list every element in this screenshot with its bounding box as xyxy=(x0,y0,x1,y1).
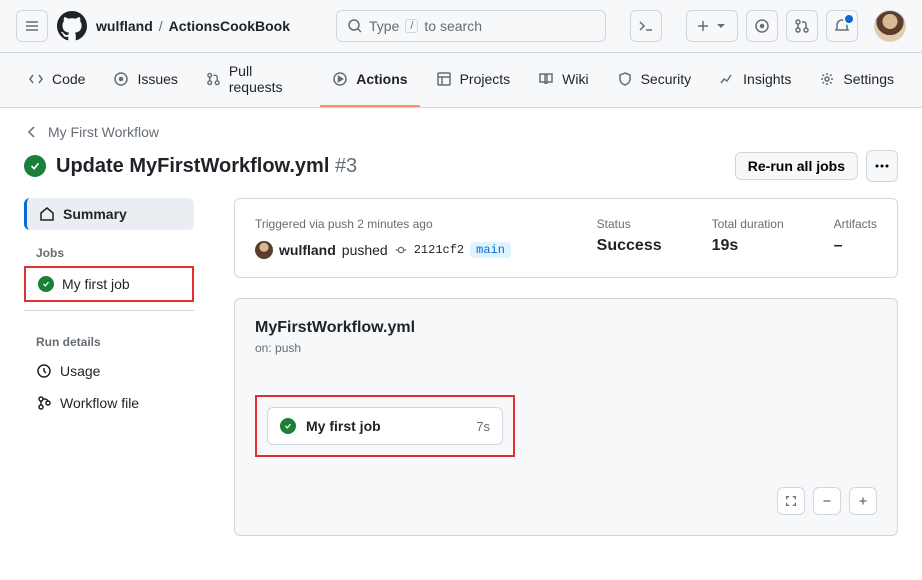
search-placeholder-after: to search xyxy=(424,18,482,34)
hamburger-menu-button[interactable] xyxy=(16,10,48,42)
back-to-workflow-link[interactable]: My First Workflow xyxy=(24,124,898,140)
search-placeholder-before: Type xyxy=(369,18,399,34)
run-title-row: Update MyFirstWorkflow.yml #3 Re-run all… xyxy=(24,150,898,182)
tab-security[interactable]: Security xyxy=(605,53,704,107)
tab-pull-requests[interactable]: Pull requests xyxy=(194,53,316,107)
sidebar-usage[interactable]: Usage xyxy=(24,355,194,387)
repo-name-link[interactable]: ActionsCookBook xyxy=(169,18,290,34)
tab-issues[interactable]: Issues xyxy=(101,53,189,107)
job-box-duration: 7s xyxy=(476,419,490,434)
workflow-graph-card: MyFirstWorkflow.yml on: push My first jo… xyxy=(234,298,898,536)
top-header: wulfland / ActionsCookBook Type / to sea… xyxy=(0,0,922,53)
tab-wiki[interactable]: Wiki xyxy=(526,53,600,107)
sidebar-job-my-first-job[interactable]: My first job xyxy=(24,266,194,302)
user-avatar[interactable] xyxy=(874,10,906,42)
pull-requests-icon[interactable] xyxy=(786,10,818,42)
run-number: #3 xyxy=(335,155,357,177)
sidebar-summary[interactable]: Summary xyxy=(27,198,194,230)
job-success-icon xyxy=(38,276,54,292)
zoom-in-button[interactable] xyxy=(849,487,877,515)
job-box-success-icon xyxy=(280,418,296,434)
success-check-icon xyxy=(24,155,46,177)
job-box-my-first-job[interactable]: My first job 7s xyxy=(267,407,503,445)
main-panel: Triggered via push 2 minutes ago wulflan… xyxy=(234,198,898,556)
sidebar-jobs-header: Jobs xyxy=(24,230,194,266)
status-value: Success xyxy=(597,237,662,255)
commit-icon xyxy=(394,243,408,257)
search-input[interactable]: Type / to search xyxy=(336,10,606,42)
workflow-file-name: MyFirstWorkflow.yml xyxy=(255,319,877,337)
tab-insights[interactable]: Insights xyxy=(707,53,803,107)
duration-value: 19s xyxy=(712,237,784,255)
rerun-all-jobs-button[interactable]: Re-run all jobs xyxy=(735,152,858,180)
run-summary-card: Triggered via push 2 minutes ago wulflan… xyxy=(234,198,898,278)
breadcrumb-separator: / xyxy=(159,18,163,34)
branch-badge[interactable]: main xyxy=(470,242,511,258)
sidebar-run-details-header: Run details xyxy=(24,319,194,355)
repo-tabs: Code Issues Pull requests Actions Projec… xyxy=(0,53,922,108)
commit-sha[interactable]: 2121cf2 xyxy=(414,243,464,257)
tab-actions[interactable]: Actions xyxy=(320,53,419,107)
notifications-button[interactable] xyxy=(826,10,858,42)
job-highlight-wrap: My first job 7s xyxy=(255,395,515,457)
trigger-action: pushed xyxy=(342,242,388,258)
command-palette-button[interactable] xyxy=(630,10,662,42)
create-new-button[interactable] xyxy=(686,10,738,42)
triggered-label: Triggered via push 2 minutes ago xyxy=(255,217,547,231)
sidebar: Summary Jobs My first job Run details Us… xyxy=(24,198,194,419)
search-slash-kbd: / xyxy=(405,19,418,33)
tab-projects[interactable]: Projects xyxy=(424,53,523,107)
fullscreen-button[interactable] xyxy=(777,487,805,515)
artifacts-value: – xyxy=(834,237,877,255)
actor-avatar[interactable] xyxy=(255,241,273,259)
workflow-trigger-info: on: push xyxy=(255,341,877,355)
duration-label: Total duration xyxy=(712,217,784,231)
github-logo-icon[interactable] xyxy=(56,10,88,42)
more-actions-button[interactable] xyxy=(866,150,898,182)
artifacts-label: Artifacts xyxy=(834,217,877,231)
tab-code[interactable]: Code xyxy=(16,53,97,107)
tab-settings[interactable]: Settings xyxy=(807,53,906,107)
actor-name[interactable]: wulfland xyxy=(279,242,336,258)
page-title: Update MyFirstWorkflow.yml #3 xyxy=(56,155,357,178)
sidebar-workflow-file[interactable]: Workflow file xyxy=(24,387,194,419)
breadcrumb: wulfland / ActionsCookBook xyxy=(96,18,290,34)
repo-owner-link[interactable]: wulfland xyxy=(96,18,153,34)
zoom-out-button[interactable] xyxy=(813,487,841,515)
status-label: Status xyxy=(597,217,662,231)
issues-icon[interactable] xyxy=(746,10,778,42)
job-box-name: My first job xyxy=(306,418,466,434)
